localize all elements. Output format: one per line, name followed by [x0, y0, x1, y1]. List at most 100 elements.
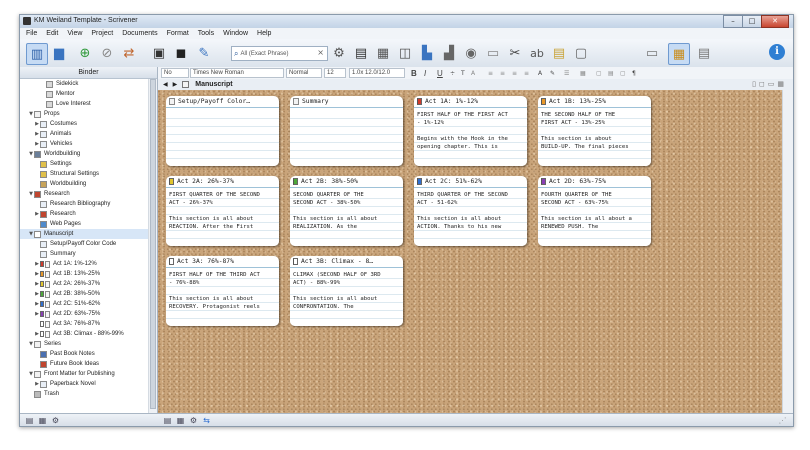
back-arrow-icon[interactable]: ◀ — [163, 81, 168, 88]
index-card-title-bar[interactable]: Summary — [290, 96, 403, 108]
index-card-synopsis[interactable]: FOURTH QUARTER OF THE SECOND ACT - 63%-7… — [538, 188, 651, 246]
index-card-synopsis[interactable]: FIRST HALF OF THE THIRD ACT - 76%-88% Th… — [166, 268, 279, 326]
binder-item[interactable]: ▶ Paperback Novel — [20, 379, 149, 389]
collections-icon[interactable]: ▆ — [49, 43, 69, 63]
binder-item[interactable]: Summary — [20, 249, 149, 259]
compose-icon[interactable]: ▣ — [149, 43, 169, 63]
strikethrough-icon[interactable]: ÷ — [450, 69, 455, 77]
index-card[interactable]: Act 1A: 1%-12% FIRST HALF OF THE FIRST AC… — [414, 96, 527, 166]
index-card-title-bar[interactable]: Act 2C: 51%-62% — [414, 176, 527, 188]
index-card-title[interactable]: Act 3A: 76%-87% — [177, 258, 234, 265]
corkboard-shuffle-icon[interactable]: ⇆ — [202, 416, 211, 425]
index-card-title[interactable]: Act 1B: 13%-25% — [549, 98, 606, 105]
edit-icon[interactable]: ⇄ — [119, 43, 139, 63]
binder-item[interactable]: ▶ Act 3B: Climax - 88%-99% — [20, 329, 149, 339]
binder-item[interactable]: Love Interest — [20, 99, 149, 109]
font-size-dropdown[interactable]: 12 — [324, 68, 346, 78]
binder-item[interactable]: Mentor — [20, 89, 149, 99]
delete-icon[interactable]: ⊘ — [97, 43, 117, 63]
index-card[interactable]: Act 2D: 63%-75% FOURTH QUARTER OF THE SEC… — [538, 176, 651, 246]
index-card-title[interactable]: Act 2C: 51%-62% — [425, 178, 482, 185]
index-card[interactable]: Setup/Payoff Color… — [166, 96, 279, 166]
index-card-title[interactable]: Act 2A: 26%-37% — [177, 178, 234, 185]
add-icon[interactable]: ▤ — [25, 416, 34, 425]
view-outline-icon[interactable]: ▤ — [694, 43, 714, 63]
index-card[interactable]: Act 2B: 38%-50% SECOND QUARTER OF THE SEC… — [290, 176, 403, 246]
binder-scroll-thumb[interactable] — [150, 79, 156, 409]
menu-project[interactable]: Project — [91, 30, 113, 37]
superscript-icon[interactable]: T — [461, 69, 465, 77]
corkboard[interactable]: Setup/Payoff Color… Summary Act 1A: 1%-12%… — [158, 90, 783, 413]
index-card-title[interactable]: Act 1A: 1%-12% — [425, 98, 478, 105]
composition-mode-icon[interactable]: ◼ — [171, 43, 191, 63]
index-card-synopsis[interactable]: FIRST HALF OF THE FIRST ACT - 1%-12% Beg… — [414, 108, 527, 166]
project-search-field[interactable]: ⌕ All (Exact Phrase) × — [231, 46, 328, 61]
font-weight-dropdown[interactable]: Normal — [286, 68, 322, 78]
menu-tools[interactable]: Tools — [198, 30, 214, 37]
binder-item[interactable]: ▼ Props — [20, 109, 149, 119]
scrivener-app-icon[interactable] — [23, 17, 31, 25]
corkboard-add-icon[interactable]: ▤ — [163, 416, 172, 425]
index-card[interactable]: Summary — [290, 96, 403, 166]
maximize-button[interactable]: □ — [742, 15, 762, 28]
index-card-synopsis[interactable]: CLIMAX (SECOND HALF OF 3RD ACT) - 88%-99… — [290, 268, 403, 326]
spelling-icon[interactable]: ab — [527, 43, 547, 63]
align-right-icon[interactable]: ≡ — [512, 69, 517, 77]
header-view-controls[interactable]: ▯◻▭▦ — [752, 80, 787, 88]
binder-item[interactable]: ▶ Act 2A: 26%-37% — [20, 279, 149, 289]
chart-icon[interactable]: ▟ — [439, 43, 459, 63]
table-icon[interactable]: ▦ — [580, 69, 586, 77]
index-card-title-bar[interactable]: Act 1B: 13%-25% — [538, 96, 651, 108]
binder-item[interactable]: ▶ Act 2B: 38%-50% — [20, 289, 149, 299]
view-corkboard-icon[interactable]: ▦ — [668, 43, 690, 65]
index-card-title[interactable]: Act 3B: Climax - 8… — [301, 258, 373, 265]
font-dropdown[interactable]: Times New Roman — [190, 68, 284, 78]
forward-arrow-icon[interactable]: ▶ — [173, 81, 178, 88]
binder-item[interactable]: Act 3A: 76%-87% — [20, 319, 149, 329]
keywords-icon[interactable]: ⚙ — [329, 43, 349, 63]
index-card-synopsis[interactable]: THIRD QUARTER OF THE SECOND ACT - 51-62%… — [414, 188, 527, 246]
minimize-button[interactable]: – — [723, 15, 743, 28]
menu-edit[interactable]: Edit — [46, 30, 58, 37]
index-card-title-bar[interactable]: Act 2B: 38%-50% — [290, 176, 403, 188]
lock-icon[interactable]: ▢ — [571, 43, 591, 63]
binder-item[interactable]: ▶ Act 2D: 63%-75% — [20, 309, 149, 319]
index-card-synopsis[interactable]: SECOND QUARTER OF THE SECOND ACT - 38%-5… — [290, 188, 403, 246]
index-card-synopsis[interactable] — [166, 108, 279, 166]
menu-documents[interactable]: Documents — [122, 30, 157, 37]
index-card-synopsis[interactable]: FIRST QUARTER OF THE SECOND ACT - 26%-37… — [166, 188, 279, 246]
editor-document-title[interactable]: Manuscript — [195, 81, 232, 88]
view-scrivenings-icon[interactable]: ▭ — [642, 43, 662, 63]
index-card-title[interactable]: Act 2B: 38%-50% — [301, 178, 358, 185]
binder-item[interactable]: Structural Settings — [20, 169, 149, 179]
menu-view[interactable]: View — [67, 30, 82, 37]
corkboard-add-folder-icon[interactable]: ▦ — [176, 416, 185, 425]
search-input[interactable]: All (Exact Phrase) — [240, 51, 288, 57]
close-button[interactable]: ✕ — [761, 15, 789, 28]
index-card[interactable]: Act 1B: 13%-25% THE SECOND HALF OF THE FI… — [538, 96, 651, 166]
corkboard-scrollbar[interactable] — [782, 90, 793, 413]
binder-item[interactable]: ▶ Costumes — [20, 119, 149, 129]
menu-format[interactable]: Format — [167, 30, 189, 37]
style-dropdown[interactable]: No Style — [161, 68, 189, 78]
menu-window[interactable]: Window — [223, 30, 248, 37]
line-spacing-dropdown[interactable]: 1.0x 12.0/12.0 — [349, 68, 405, 78]
justify-icon[interactable]: ≡ — [524, 69, 529, 77]
index-card-title-bar[interactable]: Act 1A: 1%-12% — [414, 96, 527, 108]
index-card-title-bar[interactable]: Act 3A: 76%-87% — [166, 256, 279, 268]
index-card-title-bar[interactable]: Act 2A: 26%-37% — [166, 176, 279, 188]
scrivenings-icon[interactable]: ▭ — [483, 43, 503, 63]
tools-icon[interactable]: ✂ — [505, 43, 525, 63]
inspector-icon[interactable]: ✎ — [194, 43, 214, 63]
binder-item[interactable]: Sidekick — [20, 79, 149, 89]
index-card-title[interactable]: Setup/Payoff Color… — [178, 98, 250, 105]
binder-item[interactable]: Future Book Ideas — [20, 359, 149, 369]
info-icon[interactable]: i — [769, 44, 785, 60]
binder-item[interactable]: Trash — [20, 389, 149, 399]
add-document-icon[interactable]: ⊕ — [75, 43, 95, 63]
align-left-icon[interactable]: ≡ — [488, 69, 493, 77]
menu-help[interactable]: Help — [257, 30, 271, 37]
binder-item[interactable]: ▶ Act 2C: 51%-62% — [20, 299, 149, 309]
binder-item[interactable]: ▼ Worldbuilding — [20, 149, 149, 159]
binder-item[interactable]: ▼ Manuscript — [20, 229, 149, 239]
